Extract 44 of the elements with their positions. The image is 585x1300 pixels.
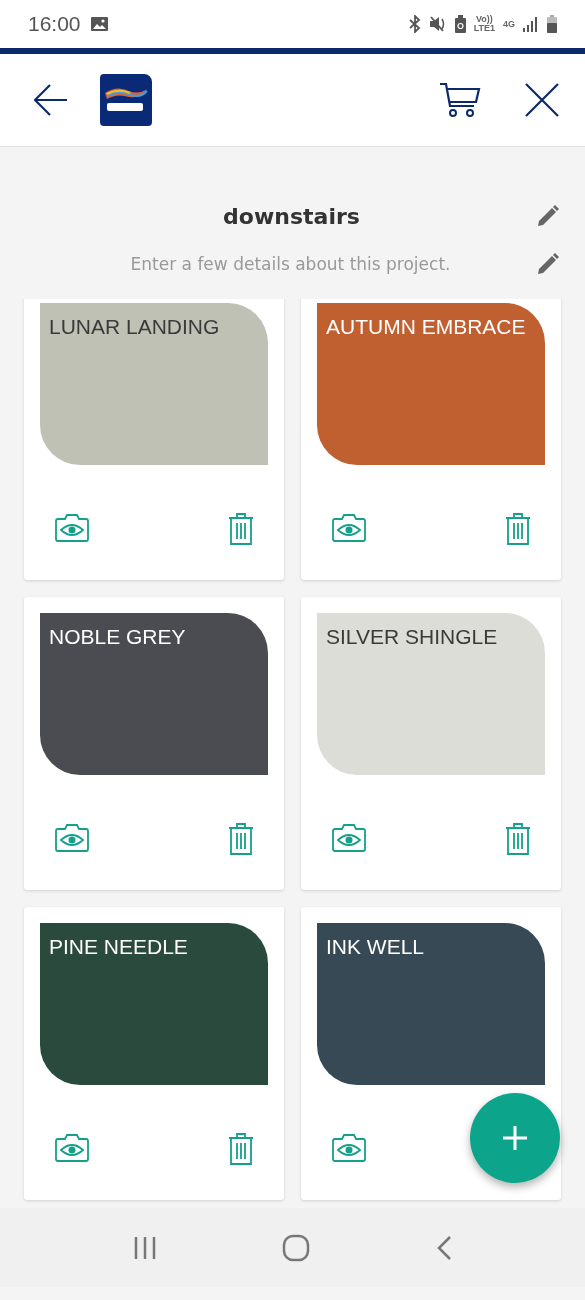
color-swatch[interactable]: LUNAR LANDING <box>40 303 268 465</box>
color-swatch[interactable]: SILVER SHINGLE <box>317 613 545 775</box>
image-icon <box>90 17 108 31</box>
camera-eye-button[interactable] <box>54 1133 90 1165</box>
edit-description-button[interactable] <box>537 253 559 275</box>
color-swatch[interactable]: AUTUMN EMBRACE <box>317 303 545 465</box>
color-name: AUTUMN EMBRACE <box>326 315 526 338</box>
trash-button[interactable] <box>228 1133 254 1165</box>
color-name: SILVER SHINGLE <box>326 625 498 648</box>
signal-icon <box>523 16 539 32</box>
system-back-button[interactable] <box>436 1234 453 1261</box>
back-button[interactable] <box>34 84 68 116</box>
plus-icon <box>502 1125 528 1151</box>
volte-indicator: Vo)) LTE1 <box>473 15 495 33</box>
network-type: 4G <box>503 19 515 29</box>
trash-button[interactable] <box>505 513 531 545</box>
bluetooth-icon <box>408 15 421 33</box>
project-title: downstairs <box>222 203 361 229</box>
camera-eye-button[interactable] <box>54 823 90 855</box>
trash-button[interactable] <box>505 823 531 855</box>
color-swatch[interactable]: NOBLE GREY <box>40 613 268 775</box>
color-name: PINE NEEDLE <box>49 935 188 958</box>
color-swatch[interactable]: INK WELL <box>317 923 545 1085</box>
color-name: LUNAR LANDING <box>49 315 220 338</box>
battery-saver-icon <box>454 15 466 33</box>
brand-logo-icon <box>100 74 152 126</box>
color-name: NOBLE GREY <box>49 625 186 648</box>
edit-title-button[interactable] <box>537 205 559 227</box>
color-name: INK WELL <box>326 935 425 958</box>
camera-eye-button[interactable] <box>54 513 90 545</box>
camera-eye-button[interactable] <box>331 513 367 545</box>
project-description-field[interactable]: Enter a few details about this project. <box>26 253 537 275</box>
recent-apps-button[interactable] <box>132 1235 157 1260</box>
close-button[interactable] <box>525 83 559 117</box>
color-swatch[interactable]: PINE NEEDLE <box>40 923 268 1085</box>
status-time: 16:00 <box>28 12 81 36</box>
mute-icon <box>428 15 447 33</box>
camera-eye-button[interactable] <box>331 1133 367 1163</box>
trash-button[interactable] <box>228 513 254 545</box>
camera-eye-button[interactable] <box>331 823 367 855</box>
home-button[interactable] <box>282 1233 311 1262</box>
cart-button[interactable] <box>439 82 481 118</box>
battery-icon <box>547 15 557 33</box>
trash-button[interactable] <box>228 823 254 855</box>
